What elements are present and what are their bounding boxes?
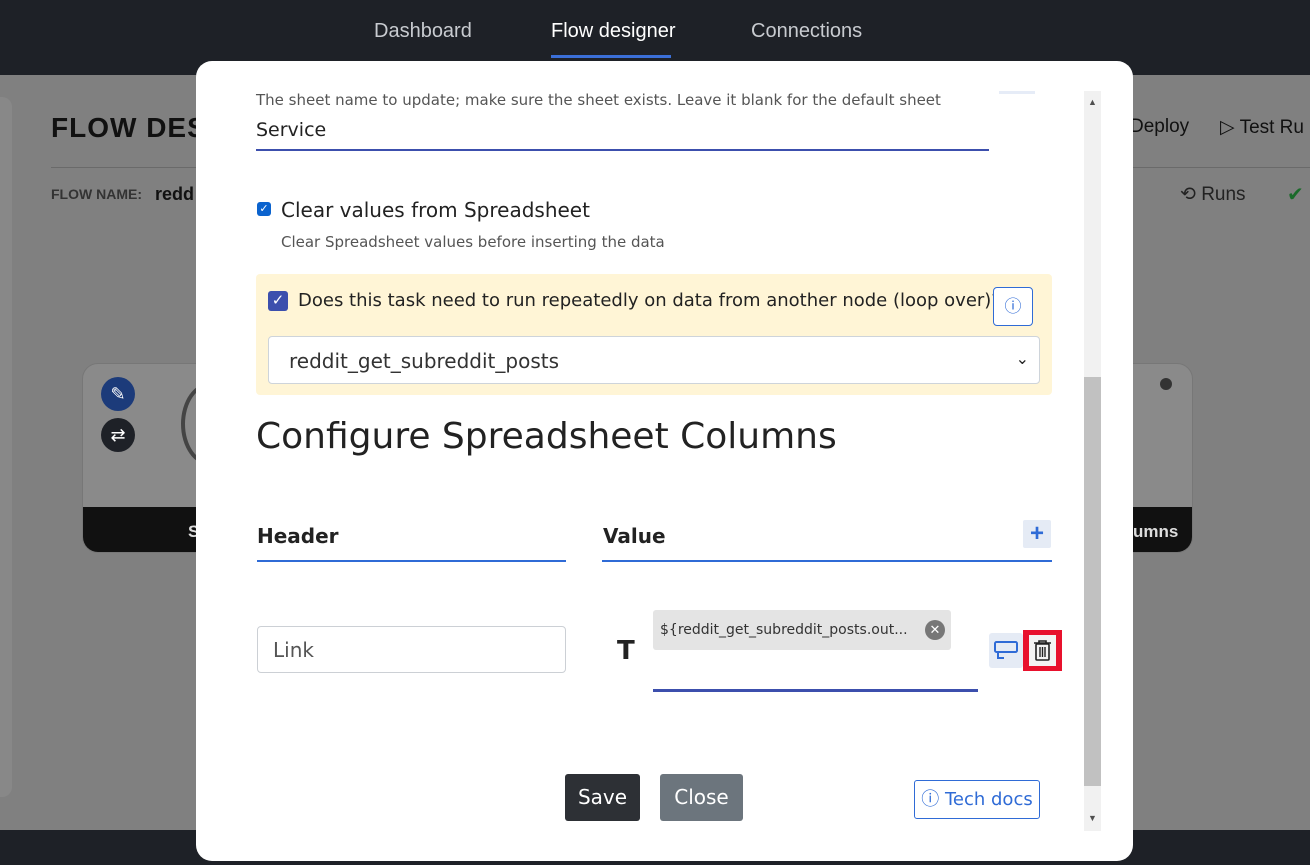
value-input-underline	[653, 689, 978, 692]
tech-docs-button[interactable]: ⓘ Tech docs	[914, 780, 1040, 819]
test-run-button[interactable]: ▷ Test Ru	[1220, 116, 1304, 139]
flow-name-label: FLOW NAME:	[51, 186, 142, 202]
status-dot	[1160, 378, 1172, 390]
check-icon: ✔	[1287, 184, 1304, 206]
active-tab-indicator	[551, 55, 671, 58]
sheet-name-underline	[256, 149, 989, 151]
loop-label[interactable]: Does this task need to run repeatedly on…	[298, 290, 1001, 311]
history-icon: ⟲	[1180, 184, 1196, 205]
value-underline	[602, 560, 1052, 562]
runs-button[interactable]: ⟲ Runs	[1180, 183, 1246, 206]
header-input[interactable]: Link	[257, 626, 566, 673]
text-type-icon[interactable]: T	[617, 636, 635, 666]
page-title: FLOW DES	[51, 112, 207, 143]
scroll-down-icon[interactable]: ▼	[1084, 809, 1101, 827]
remove-chip-icon[interactable]: ✕	[925, 620, 945, 640]
edit-icon[interactable]: ✎	[101, 377, 135, 411]
clear-values-checkbox[interactable]: ✓	[257, 202, 271, 216]
plus-icon: +	[1029, 520, 1044, 547]
deploy-button[interactable]: Deploy	[1130, 116, 1189, 138]
tab-connections[interactable]: Connections	[751, 20, 862, 43]
info-icon[interactable]: ⓘ	[993, 287, 1033, 326]
section-title: Configure Spreadsheet Columns	[256, 416, 837, 457]
chevron-down-icon: ⌄	[1015, 351, 1029, 368]
header-underline	[257, 560, 566, 562]
column-header-label: Header	[257, 524, 339, 548]
tab-flow-designer[interactable]: Flow designer	[551, 20, 676, 43]
add-column-button[interactable]: +	[1023, 520, 1051, 548]
top-stub	[999, 91, 1035, 94]
save-button[interactable]: Save	[565, 774, 640, 821]
value-chip[interactable]: ${reddit_get_subreddit_posts.out... ✕	[653, 610, 951, 650]
value-chip-text: ${reddit_get_subreddit_posts.out...	[660, 622, 908, 638]
scrollbar-thumb[interactable]	[1084, 377, 1101, 786]
flow-name-value: redd	[155, 184, 195, 204]
clear-values-label[interactable]: Clear values from Spreadsheet	[281, 198, 590, 222]
swap-icon[interactable]: ⇄	[101, 418, 135, 452]
header-input-value: Link	[273, 638, 314, 662]
clear-values-description: Clear Spreadsheet values before insertin…	[281, 233, 665, 251]
trash-icon	[1034, 640, 1051, 661]
loop-panel: ✓ Does this task need to run repeatedly …	[256, 274, 1052, 395]
runs-label: Runs	[1201, 184, 1246, 205]
column-value-label: Value	[603, 524, 666, 548]
test-run-label: Test Ru	[1239, 117, 1304, 138]
loop-source-select[interactable]: reddit_get_subreddit_posts ⌄	[268, 336, 1040, 384]
background-card	[0, 97, 12, 797]
scroll-up-icon[interactable]: ▲	[1084, 93, 1101, 111]
expression-icon	[994, 641, 1018, 659]
node-footer-label-right: umns	[1133, 522, 1179, 541]
tab-dashboard[interactable]: Dashboard	[374, 20, 472, 43]
close-button[interactable]: Close	[660, 774, 743, 821]
expression-button[interactable]	[989, 633, 1023, 668]
play-icon: ▷	[1220, 117, 1235, 138]
sheet-name-input[interactable]: Service	[256, 119, 326, 141]
loop-checkbox[interactable]: ✓	[268, 291, 288, 311]
delete-row-button[interactable]	[1023, 630, 1062, 671]
sheet-name-hint: The sheet name to update; make sure the …	[256, 91, 941, 109]
task-config-modal: The sheet name to update; make sure the …	[196, 61, 1133, 861]
loop-source-value: reddit_get_subreddit_posts	[289, 349, 559, 373]
delete-button-inner	[1029, 635, 1056, 666]
